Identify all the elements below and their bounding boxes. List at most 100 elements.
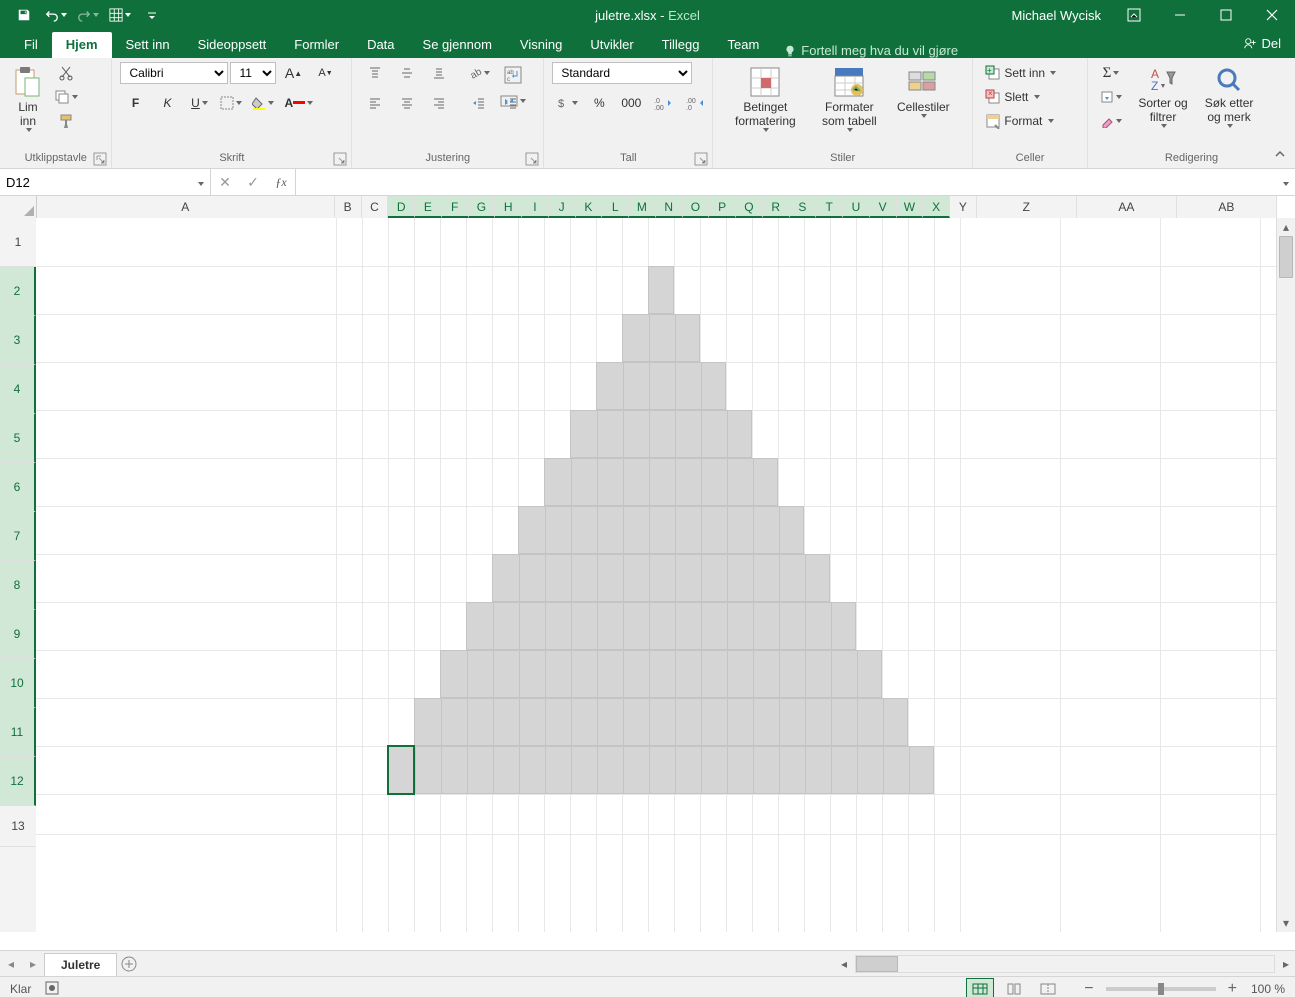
row-header[interactable]: 6	[0, 463, 36, 512]
row-header[interactable]: 2	[0, 267, 36, 316]
column-header[interactable]: F	[442, 196, 469, 218]
dialog-launcher-icon[interactable]	[525, 152, 539, 166]
minimize-button[interactable]	[1157, 0, 1203, 30]
new-sheet-button[interactable]	[117, 951, 141, 976]
select-all-button[interactable]	[0, 196, 37, 218]
column-header[interactable]: W	[897, 196, 924, 218]
find-select-button[interactable]: Søk etter og merk	[1196, 62, 1262, 128]
font-name-combo[interactable]: Calibri	[120, 62, 228, 84]
cell-styles-button[interactable]: Cellestiler	[889, 62, 957, 118]
column-header[interactable]: L	[602, 196, 629, 218]
ribbon-tab-visning[interactable]: Visning	[506, 32, 576, 58]
column-header[interactable]: R	[763, 196, 790, 218]
page-break-view-button[interactable]	[1034, 978, 1062, 997]
column-header[interactable]: X	[923, 196, 950, 218]
font-size-combo[interactable]: 11	[230, 62, 276, 84]
column-header[interactable]: AB	[1177, 196, 1277, 218]
formula-enter-button[interactable]: ✓	[239, 169, 267, 195]
customize-qat-button[interactable]	[138, 3, 166, 27]
horizontal-scroll-thumb[interactable]	[856, 956, 898, 972]
column-header[interactable]: N	[656, 196, 683, 218]
ribbon-tab-formler[interactable]: Formler	[280, 32, 353, 58]
collapse-ribbon-button[interactable]	[1273, 147, 1287, 164]
row-header[interactable]: 1	[0, 218, 36, 267]
copy-button[interactable]	[50, 86, 82, 108]
borders-button[interactable]	[216, 92, 246, 114]
fill-color-button[interactable]	[248, 92, 278, 114]
dialog-launcher-icon[interactable]	[93, 152, 107, 166]
scroll-left-button[interactable]: ◂	[835, 955, 853, 973]
close-button[interactable]	[1249, 0, 1295, 30]
ribbon-tab-sideoppsett[interactable]: Sideoppsett	[184, 32, 281, 58]
wrap-text-button[interactable]: abc	[496, 64, 530, 86]
ribbon-tab-se-gjennom[interactable]: Se gjennom	[409, 32, 506, 58]
align-bottom-button[interactable]	[424, 62, 454, 84]
row-header[interactable]: 13	[0, 806, 36, 847]
row-header[interactable]: 9	[0, 610, 36, 659]
column-header[interactable]: A	[37, 196, 335, 218]
user-name[interactable]: Michael Wycisk	[1012, 8, 1101, 23]
conditional-formatting-button[interactable]: Betinget formatering	[721, 62, 809, 132]
vertical-scrollbar[interactable]: ▴ ▾	[1276, 218, 1295, 932]
column-header[interactable]: H	[495, 196, 522, 218]
sort-filter-button[interactable]: AZ Sorter og filtrer	[1130, 62, 1196, 128]
percent-button[interactable]: %	[584, 92, 614, 114]
column-header[interactable]: E	[415, 196, 442, 218]
row-header[interactable]: 8	[0, 561, 36, 610]
ribbon-tab-data[interactable]: Data	[353, 32, 408, 58]
bold-button[interactable]: F	[120, 92, 150, 114]
decrease-decimal-button[interactable]: .00.0	[680, 92, 710, 114]
undo-button[interactable]	[42, 3, 70, 27]
redo-button[interactable]	[74, 3, 102, 27]
align-center-button[interactable]	[392, 92, 422, 114]
dialog-launcher-icon[interactable]	[694, 152, 708, 166]
column-header[interactable]: Y	[950, 196, 977, 218]
zoom-out-button[interactable]: −	[1084, 980, 1093, 997]
column-header[interactable]: U	[843, 196, 870, 218]
column-header[interactable]: P	[709, 196, 736, 218]
merge-center-button[interactable]	[496, 90, 530, 112]
tell-me-input[interactable]: Fortell meg hva du vil gjøre	[783, 43, 958, 58]
increase-decimal-button[interactable]: .0.00	[648, 92, 678, 114]
save-button[interactable]	[10, 3, 38, 27]
insert-function-button[interactable]: ƒx	[267, 169, 295, 195]
column-header[interactable]: V	[870, 196, 897, 218]
shrink-font-button[interactable]: A▼	[310, 62, 340, 84]
page-layout-view-button[interactable]	[1000, 978, 1028, 997]
comma-style-button[interactable]: 000	[616, 92, 646, 114]
share-button[interactable]: Del	[1243, 30, 1281, 56]
orientation-button[interactable]: ab	[464, 62, 494, 84]
formula-input[interactable]	[296, 169, 1275, 195]
align-left-button[interactable]	[360, 92, 390, 114]
column-header[interactable]: S	[790, 196, 817, 218]
column-header[interactable]: T	[816, 196, 843, 218]
row-header[interactable]: 7	[0, 512, 36, 561]
scroll-up-button[interactable]: ▴	[1277, 218, 1295, 236]
zoom-level[interactable]: 100 %	[1251, 982, 1285, 996]
sheet-nav-next[interactable]: ▸	[22, 951, 44, 976]
grow-font-button[interactable]: A▲	[278, 62, 308, 84]
column-header[interactable]: Z	[977, 196, 1077, 218]
column-header[interactable]: B	[335, 196, 362, 218]
column-header[interactable]: J	[549, 196, 576, 218]
row-header[interactable]: 3	[0, 316, 36, 365]
row-header[interactable]: 10	[0, 659, 36, 708]
delete-cells-button[interactable]: × Slett	[981, 86, 1079, 108]
ribbon-tab-hjem[interactable]: Hjem	[52, 32, 112, 58]
column-header[interactable]: AA	[1077, 196, 1177, 218]
ribbon-tab-tillegg[interactable]: Tillegg	[648, 32, 714, 58]
column-header[interactable]: G	[469, 196, 496, 218]
sheet-nav-prev[interactable]: ◂	[0, 951, 22, 976]
accounting-format-button[interactable]: $	[552, 92, 582, 114]
format-painter-button[interactable]	[50, 110, 82, 132]
horizontal-scrollbar[interactable]: ◂ ▸	[835, 951, 1295, 976]
name-box[interactable]	[0, 169, 211, 195]
clear-button[interactable]	[1096, 110, 1126, 132]
ribbon-tab-team[interactable]: Team	[714, 32, 774, 58]
zoom-slider[interactable]	[1106, 987, 1216, 991]
column-header[interactable]: I	[522, 196, 549, 218]
zoom-slider-thumb[interactable]	[1158, 983, 1164, 995]
scroll-right-button[interactable]: ▸	[1277, 955, 1295, 973]
row-header[interactable]: 4	[0, 365, 36, 414]
decrease-indent-button[interactable]	[464, 92, 494, 114]
